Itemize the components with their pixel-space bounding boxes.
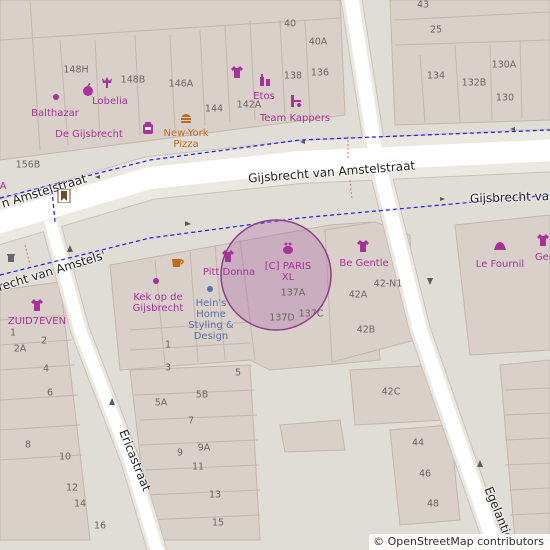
house-number: 5A (154, 397, 168, 409)
poi-ci-paris-xl[interactable]: [C] PARIS XL (262, 261, 314, 283)
poi-new-york-pizza[interactable]: New-York Pizza (156, 128, 216, 150)
bakery-icon[interactable] (493, 240, 507, 254)
house-number: 8 (24, 439, 32, 451)
house-number: 40 (283, 18, 297, 30)
house-number: 12 (65, 482, 79, 494)
house-number: 148H (63, 64, 89, 76)
house-number: 5 (234, 367, 242, 379)
house-number: 7 (187, 415, 195, 427)
poi-gen[interactable]: Gen (535, 252, 550, 263)
house-number: 42C (381, 386, 401, 398)
poi-be-gentle[interactable]: Be Gentle (339, 258, 388, 269)
house-number: 16 (93, 520, 107, 532)
house-number: 43 (416, 0, 430, 11)
house-number: 15 (211, 517, 225, 529)
street-label-main-right: Gijsbrecht van A (469, 188, 550, 206)
cafe-icon[interactable] (171, 255, 185, 269)
map-view[interactable]: Gijsbrecht van Amstelstraat Gijsbrecht v… (0, 0, 550, 550)
poi-team-kappers[interactable]: Team Kappers (260, 113, 330, 124)
house-number: 2 (40, 335, 48, 347)
clothes-icon-pitt[interactable] (221, 249, 235, 263)
bookmark-icon[interactable] (57, 189, 71, 203)
house-number: 148B (120, 74, 146, 86)
house-number: 137A (280, 287, 306, 299)
fast-food-icon[interactable] (179, 111, 193, 125)
poi-heins-home-styling[interactable]: Hein's Home Styling & Design (185, 298, 237, 342)
poi-pitt-donna[interactable]: Pitt Donna (203, 267, 255, 278)
house-number: 1 (9, 327, 17, 339)
house-number: 1 (164, 339, 172, 351)
house-number: 42-N1 (373, 278, 403, 290)
copyright-symbol: © (373, 535, 385, 548)
attribution[interactable]: © OpenStreetMap contributors (369, 534, 550, 550)
house-number: 11 (191, 461, 205, 473)
poi-balthazar[interactable]: Balthazar (31, 108, 79, 119)
shop-dot-icon[interactable] (52, 93, 60, 101)
clothes-icon[interactable] (230, 65, 244, 79)
house-number: 9 (176, 447, 184, 459)
poi-kek-op-de-gijsbrecht[interactable]: Kek op de Gijsbrecht (123, 292, 193, 314)
house-number: 136 (310, 67, 330, 79)
house-number: 13 (208, 489, 222, 501)
house-number: 146A (168, 78, 194, 90)
house-number: 156B (15, 159, 41, 171)
clothes-icon-be-gentle[interactable] (356, 239, 370, 253)
house-number: 4 (42, 363, 50, 375)
poi-lobelia[interactable]: Lobelia (92, 96, 128, 107)
house-number: 14 (73, 498, 87, 510)
house-number: 137D (269, 312, 295, 324)
house-number: 142A (236, 99, 262, 111)
house-number: 134 (426, 70, 446, 82)
house-number: 48 (426, 498, 440, 510)
house-number: 10 (58, 451, 72, 463)
beauty-icon[interactable] (281, 241, 295, 255)
poi-de-gijsbrecht[interactable]: De Gijsbrecht (55, 129, 123, 140)
clothes-icon-zuid[interactable] (30, 298, 44, 312)
house-number: 44 (411, 437, 425, 449)
florist-icon[interactable] (100, 75, 114, 89)
info-dot-icon[interactable] (206, 285, 214, 293)
attribution-link[interactable]: OpenStreetMap contributors (388, 535, 544, 548)
waste-basket-icon (7, 254, 15, 262)
house-number: 42B (356, 324, 376, 336)
supermarket-icon[interactable] (141, 121, 155, 135)
house-number: 137C (298, 308, 324, 320)
house-number: 3 (164, 362, 172, 374)
building-small (279, 419, 346, 453)
house-number: 5B (195, 389, 209, 401)
house-number: 2A (13, 343, 27, 355)
house-number: 25 (429, 24, 443, 36)
poi-le-fournil[interactable]: Le Fournil (476, 259, 524, 270)
house-number: 42A (348, 289, 368, 301)
house-number: 9A (197, 442, 211, 454)
house-number: 130A (491, 59, 517, 71)
clothes-icon-gen[interactable] (536, 233, 550, 247)
house-number: 144 (204, 103, 224, 115)
poi-zuid7even[interactable]: ZUID7EVEN (8, 316, 66, 327)
house-number: 138 (283, 70, 303, 82)
house-number: 130 (495, 92, 515, 104)
house-number: 6 (46, 387, 54, 399)
house-number: 46 (418, 468, 432, 480)
house-number: 132B (461, 77, 487, 89)
house-number: 40A (308, 36, 328, 48)
hairdresser-icon[interactable] (289, 94, 303, 108)
greengrocer-icon[interactable] (81, 83, 95, 97)
shop-dot-icon-kek[interactable] (152, 277, 160, 285)
poi-a-left: A (0, 181, 7, 192)
chemist-icon[interactable] (258, 73, 272, 87)
